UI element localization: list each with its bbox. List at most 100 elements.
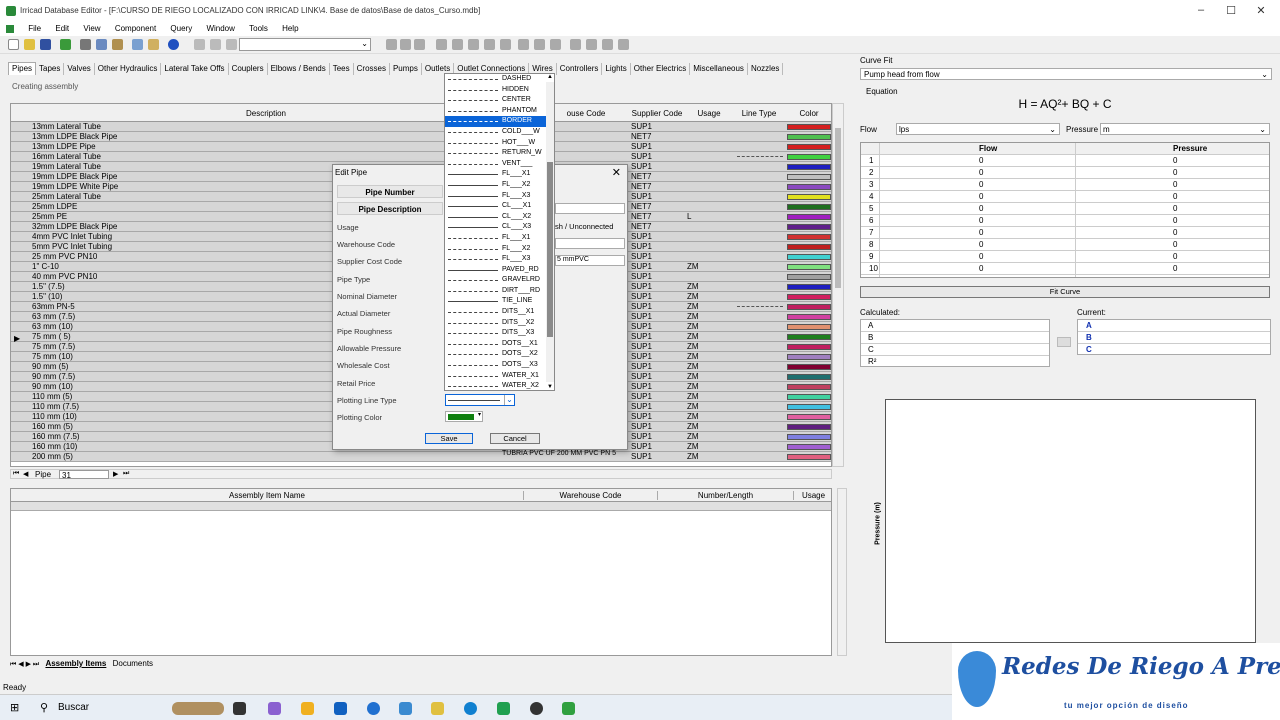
play-icon[interactable] — [518, 39, 529, 50]
redo-icon[interactable] — [210, 39, 221, 50]
line-type-option[interactable]: RETURN_W — [445, 148, 548, 159]
undo-icon[interactable] — [194, 39, 205, 50]
find-icon[interactable] — [132, 39, 143, 50]
tool-icon-3[interactable] — [414, 39, 425, 50]
export-icon[interactable] — [60, 39, 71, 50]
taskbar-search-text[interactable]: Buscar — [58, 702, 89, 713]
tab-tees[interactable]: Tees — [330, 63, 354, 75]
line-type-option[interactable]: COLD___W — [445, 127, 548, 138]
excel-icon[interactable] — [497, 702, 510, 715]
line-type-option[interactable]: HOT___W — [445, 138, 548, 149]
tab-lateral-take-offs[interactable]: Lateral Take Offs — [161, 63, 229, 75]
task-view-icon[interactable] — [233, 702, 246, 715]
open-icon[interactable] — [24, 39, 35, 50]
header-assembly-usage[interactable]: Usage — [793, 491, 833, 500]
line-type-option[interactable]: FL___X1 — [445, 169, 548, 180]
windows-start-icon[interactable]: ⊞ — [10, 702, 22, 714]
tool-icon-7[interactable] — [484, 39, 495, 50]
curve-type-select[interactable]: Pump head from flow ⌄ — [860, 68, 1272, 80]
header-color[interactable]: Color — [785, 109, 831, 118]
copy-icon[interactable] — [96, 39, 107, 50]
close-icon[interactable]: ✕ — [1246, 4, 1276, 17]
save-icon[interactable] — [40, 39, 51, 50]
table-row[interactable]: 13mm Lateral Tube SUP1 — [11, 122, 831, 132]
color-dropdown-icon[interactable]: ▾ — [478, 411, 481, 418]
tool-icon-8[interactable] — [500, 39, 511, 50]
record-number-input[interactable]: 31 — [59, 470, 109, 480]
line-type-option[interactable]: TIE_LINE — [445, 296, 548, 307]
print-icon[interactable] — [148, 39, 159, 50]
curve-point-row[interactable]: 10 0 0 — [861, 263, 1269, 275]
dialog-close-icon[interactable]: ✕ — [612, 166, 621, 179]
table-row[interactable]: 13mm LDPE Pipe SUP1 — [11, 142, 831, 152]
line-type-option[interactable]: DIRT___RD — [445, 286, 548, 297]
cancel-button[interactable]: Cancel — [490, 433, 540, 444]
current-b-row[interactable]: B — [1078, 332, 1270, 344]
tab-miscellaneous[interactable]: Miscellaneous — [690, 63, 748, 75]
line-type-option[interactable]: PHANTOM — [445, 106, 548, 117]
line-type-option[interactable]: DITS__X1 — [445, 307, 548, 318]
header-assembly-warehouse[interactable]: Warehouse Code — [523, 491, 657, 500]
store-icon[interactable] — [301, 702, 314, 715]
line-type-option[interactable]: CENTER — [445, 95, 548, 106]
menu-tools[interactable]: Tools — [249, 24, 268, 33]
line-type-option[interactable]: FL___X3 — [445, 254, 548, 265]
last-record-icon[interactable]: ⏭ — [123, 470, 129, 478]
scroll-up-icon[interactable]: ▲ — [547, 74, 553, 80]
new-icon[interactable] — [8, 39, 19, 50]
line-type-option[interactable]: FL___X2 — [445, 244, 548, 255]
curve-point-row[interactable]: 3 0 0 — [861, 179, 1269, 191]
search-icon[interactable]: ⚲ — [40, 701, 48, 714]
tab-valves[interactable]: Valves — [64, 63, 95, 75]
line-type-option[interactable]: DOTS__X1 — [445, 339, 548, 350]
line-type-option[interactable]: VENT___ — [445, 159, 548, 170]
header-line-type[interactable]: Line Type — [733, 109, 785, 118]
tool-icon-6[interactable] — [468, 39, 479, 50]
file-explorer-icon[interactable] — [431, 702, 444, 715]
menu-help[interactable]: Help — [282, 24, 298, 33]
header-assembly-item-name[interactable]: Assembly Item Name — [11, 491, 523, 500]
curve-point-row[interactable]: 8 0 0 — [861, 239, 1269, 251]
tab-couplers[interactable]: Couplers — [229, 63, 268, 75]
line-type-option[interactable]: HIDDEN — [445, 85, 548, 96]
dropdown-scrollbar[interactable] — [546, 82, 554, 382]
maximize-icon[interactable]: ☐ — [1216, 4, 1246, 17]
app-icon-2[interactable] — [399, 702, 412, 715]
line-type-option[interactable]: FL___X3 — [445, 191, 548, 202]
table-row[interactable]: 13mm LDPE Black Pipe NET7 — [11, 132, 831, 142]
current-a-row[interactable]: A — [1078, 320, 1270, 332]
tool-icon-14[interactable] — [618, 39, 629, 50]
line-type-option[interactable]: FL___X2 — [445, 180, 548, 191]
tool-icon-5[interactable] — [452, 39, 463, 50]
prev-record-icon[interactable]: ◀ — [23, 470, 28, 478]
tool-icon-12[interactable] — [586, 39, 597, 50]
usage-value[interactable]: sh / Unconnected — [555, 222, 613, 231]
line-type-option[interactable]: WATER_X1 — [445, 371, 548, 382]
header-number-length[interactable]: Number/Length — [657, 491, 793, 500]
curve-point-row[interactable]: 4 0 0 — [861, 191, 1269, 203]
tool-icon-4[interactable] — [436, 39, 447, 50]
tab-documents[interactable]: Documents — [113, 659, 153, 668]
curve-point-row[interactable]: 9 0 0 — [861, 251, 1269, 263]
table-row[interactable]: 200 mm (5) SUP1 ZM — [11, 452, 831, 462]
tab-nozzles[interactable]: Nozzles — [748, 63, 784, 75]
tab-assembly-items[interactable]: Assembly Items — [45, 659, 106, 668]
tool-icon-11[interactable] — [570, 39, 581, 50]
irricad-icon[interactable] — [562, 702, 575, 715]
assembly-vscrollbar[interactable] — [837, 488, 847, 656]
tool-icon-2[interactable] — [400, 39, 411, 50]
curve-point-row[interactable]: 6 0 0 — [861, 215, 1269, 227]
curve-point-row[interactable]: 5 0 0 — [861, 203, 1269, 215]
line-type-option[interactable]: PAVED_RD — [445, 265, 548, 276]
flow-unit-select[interactable]: lps ⌄ — [896, 123, 1060, 135]
tab-other-electrics[interactable]: Other Electrics — [631, 63, 691, 75]
menu-window[interactable]: Window — [206, 24, 234, 33]
first-tab-icon[interactable]: ⏮ ◀ ▶ ⏭ — [10, 661, 39, 668]
chevron-down-icon[interactable]: ⌄ — [504, 395, 514, 405]
outlook-icon[interactable] — [334, 702, 347, 715]
menu-edit[interactable]: Edit — [55, 24, 69, 33]
help-icon[interactable] — [168, 39, 179, 50]
current-c-row[interactable]: C — [1078, 344, 1270, 356]
tab-tapes[interactable]: Tapes — [36, 63, 65, 75]
assembly-new-row[interactable] — [11, 502, 831, 511]
